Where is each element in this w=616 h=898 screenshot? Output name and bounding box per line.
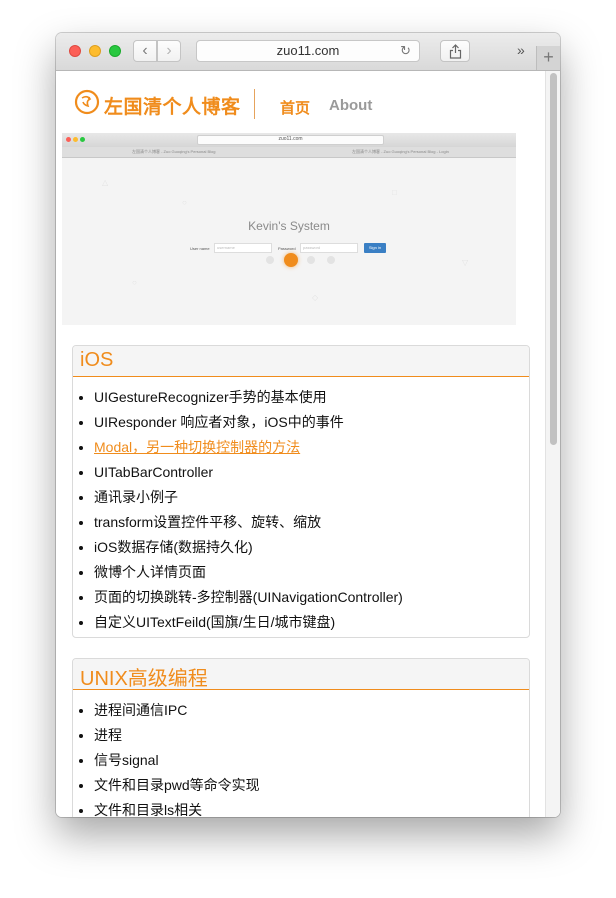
- slide-tab-left: 左国清个人博客 - Zuo Guoqing's Personal Blog: [132, 149, 216, 154]
- list-item[interactable]: 页面的切换跳转-多控制器(UINavigationController): [94, 585, 529, 610]
- page-content: 左国清个人博客 首页 About zuo11.com 左国清个人博客 - Zuo…: [56, 71, 560, 817]
- slide-tabs: 左国清个人博客 - Zuo Guoqing's Personal Blog 左国…: [62, 147, 516, 158]
- deco-square-icon: ◇: [312, 293, 319, 302]
- section-header: iOS: [73, 346, 529, 377]
- section-title: iOS: [80, 349, 114, 371]
- section-unix: UNIX高级编程 进程间通信IPC 进程 信号signal 文件和目录pwd等命…: [72, 658, 530, 817]
- list-item[interactable]: 微博个人详情页面: [94, 560, 529, 585]
- url-text: zuo11.com: [276, 43, 340, 58]
- article-link[interactable]: 进程: [94, 727, 122, 743]
- section-ios: iOS UIGestureRecognizer手势的基本使用 UIRespond…: [72, 345, 530, 638]
- article-link[interactable]: UIResponder 响应者对象，iOS中的事件: [94, 414, 344, 430]
- list-item[interactable]: 进程: [94, 723, 529, 748]
- article-link[interactable]: 文件和目录pwd等命令实现: [94, 777, 260, 793]
- deco-triangle-icon: △: [102, 178, 109, 187]
- list-item[interactable]: iOS数据存储(数据持久化): [94, 535, 529, 560]
- article-link[interactable]: transform设置控件平移、旋转、缩放: [94, 514, 321, 530]
- logo-text: 左国清个人博客: [104, 97, 241, 118]
- share-button[interactable]: [440, 40, 470, 62]
- article-link[interactable]: 文件和目录ls相关: [94, 802, 202, 817]
- slide-tab-right: 左国清个人博客 - Zuo Guoqing's Personal Blog - …: [352, 149, 449, 154]
- logo-divider: [254, 89, 255, 119]
- slide-signin-button: Sign in: [364, 243, 386, 253]
- article-link[interactable]: iOS数据存储(数据持久化): [94, 539, 253, 555]
- nav-home-link[interactable]: 首页: [280, 97, 310, 118]
- article-link[interactable]: 页面的切换跳转-多控制器(UINavigationController): [94, 589, 403, 605]
- site-header: 左国清个人博客 首页 About: [56, 71, 545, 133]
- share-icon: [449, 44, 462, 59]
- deco-square-icon: □: [392, 188, 397, 197]
- carousel-slide[interactable]: zuo11.com 左国清个人博客 - Zuo Guoqing's Person…: [62, 133, 516, 325]
- list-item[interactable]: 文件和目录ls相关: [94, 798, 529, 817]
- vertical-scrollbar[interactable]: [545, 71, 560, 817]
- back-button[interactable]: ‹: [133, 40, 157, 62]
- close-window-button[interactable]: [69, 45, 81, 57]
- logo-icon: [74, 89, 100, 115]
- slide-url: zuo11.com: [197, 135, 384, 145]
- list-item[interactable]: 进程间通信IPC: [94, 698, 529, 723]
- article-link[interactable]: 微博个人详情页面: [94, 564, 206, 580]
- article-link[interactable]: 通讯录小例子: [94, 489, 178, 505]
- section-header: UNIX高级编程: [73, 659, 529, 690]
- browser-toolbar: ‹ › zuo11.com ↻ » +: [56, 33, 560, 71]
- slide-password-input: password: [300, 243, 358, 253]
- zoom-window-button[interactable]: [109, 45, 121, 57]
- article-link-active[interactable]: Modal，另一种切换控制器的方法: [94, 439, 300, 455]
- article-link[interactable]: UITabBarController: [94, 464, 213, 480]
- list-item[interactable]: UIGestureRecognizer手势的基本使用: [94, 385, 529, 410]
- article-list: 进程间通信IPC 进程 信号signal 文件和目录pwd等命令实现 文件和目录…: [73, 690, 529, 817]
- carousel-dot-3[interactable]: [307, 256, 315, 264]
- list-item[interactable]: Modal，另一种切换控制器的方法: [94, 435, 529, 460]
- slide-system-title: Kevin's System: [248, 219, 330, 233]
- nav-about-link[interactable]: About: [329, 97, 372, 114]
- list-item[interactable]: 通讯录小例子: [94, 485, 529, 510]
- slide-max-dot: [80, 137, 85, 142]
- article-link[interactable]: 信号signal: [94, 752, 159, 768]
- list-item[interactable]: UITabBarController: [94, 460, 529, 485]
- deco-circle-icon: ○: [132, 278, 137, 287]
- slide-password-label: Password: [278, 246, 296, 251]
- reload-icon[interactable]: ↻: [400, 41, 411, 61]
- list-item[interactable]: 信号signal: [94, 748, 529, 773]
- new-tab-button[interactable]: +: [536, 46, 560, 70]
- article-link[interactable]: 进程间通信IPC: [94, 702, 187, 718]
- slide-page: △ ○ □ ▽ ○ ◇ Kevin's System User name use…: [62, 158, 516, 325]
- article-link[interactable]: 自定义UITextFeild(国旗/生日/城市键盘): [94, 614, 335, 630]
- minimize-window-button[interactable]: [89, 45, 101, 57]
- carousel-dot-4[interactable]: [327, 256, 335, 264]
- toolbar-overflow-icon[interactable]: »: [517, 42, 525, 58]
- carousel-dot-1[interactable]: [266, 256, 274, 264]
- article-link[interactable]: UIGestureRecognizer手势的基本使用: [94, 389, 327, 405]
- list-item[interactable]: 自定义UITextFeild(国旗/生日/城市键盘): [94, 610, 529, 635]
- carousel-dot-2[interactable]: [284, 253, 298, 267]
- slide-username-label: User name: [190, 246, 210, 251]
- forward-button[interactable]: ›: [157, 40, 181, 62]
- slide-username-input: username: [214, 243, 272, 253]
- deco-circle-icon: ○: [182, 198, 187, 207]
- slide-min-dot: [73, 137, 78, 142]
- list-item[interactable]: 文件和目录pwd等命令实现: [94, 773, 529, 798]
- slide-close-dot: [66, 137, 71, 142]
- carousel-indicators: [56, 253, 545, 267]
- list-item[interactable]: transform设置控件平移、旋转、缩放: [94, 510, 529, 535]
- browser-window: ‹ › zuo11.com ↻ » + 左国清个人博客 首页 About zuo…: [56, 33, 560, 817]
- article-list: UIGestureRecognizer手势的基本使用 UIResponder 响…: [73, 377, 529, 635]
- section-title: UNIX高级编程: [80, 668, 208, 690]
- list-item[interactable]: UIResponder 响应者对象，iOS中的事件: [94, 410, 529, 435]
- slide-browser-bar: zuo11.com: [62, 133, 516, 148]
- address-bar[interactable]: zuo11.com ↻: [196, 40, 420, 62]
- scrollbar-thumb[interactable]: [550, 73, 557, 445]
